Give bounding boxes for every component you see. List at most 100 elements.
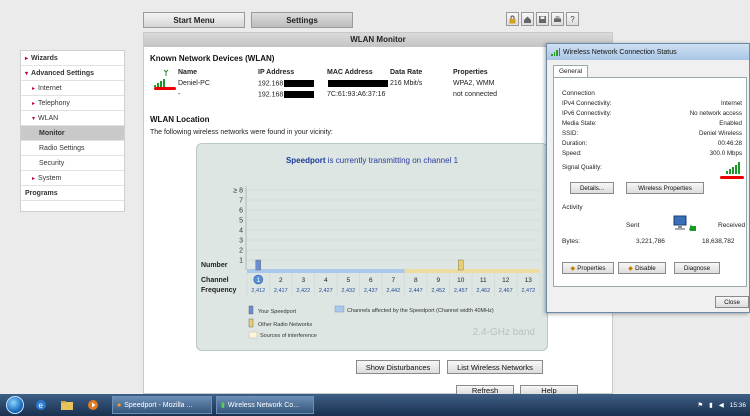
- menu-item-wizards[interactable]: ▸ Wizards: [21, 51, 124, 66]
- info-key: Media State:: [562, 120, 597, 127]
- volume-icon[interactable]: ◀: [719, 401, 724, 409]
- svg-text:e: e: [39, 401, 44, 410]
- activity-group-label: Activity: [562, 204, 583, 211]
- disable-label: Disable: [635, 264, 656, 272]
- header-mac: MAC Address: [327, 69, 373, 76]
- print-icon[interactable]: [551, 12, 564, 26]
- channel-tick-label: 7: [391, 277, 395, 284]
- info-row: Media State: Enabled: [562, 120, 742, 127]
- bytes-received: 18,638,782: [702, 238, 735, 245]
- save-icon[interactable]: [536, 12, 549, 26]
- flag-icon[interactable]: ⚑: [697, 401, 703, 409]
- help-icon[interactable]: ?: [566, 12, 579, 26]
- task-network-status[interactable]: ▮ Wireless Network Co...: [216, 396, 314, 414]
- info-key: Duration:: [562, 140, 588, 147]
- menu-item-system[interactable]: ▸ System: [21, 171, 124, 186]
- diagnose-button[interactable]: Diagnose: [674, 262, 720, 274]
- device-props: not connected: [453, 91, 497, 98]
- media-player-icon[interactable]: [84, 397, 102, 413]
- tab-general[interactable]: General: [553, 65, 589, 77]
- redaction: [328, 79, 388, 87]
- menu-label: System: [38, 174, 62, 182]
- signal-quality-icon: [726, 162, 740, 174]
- channel-tick-label: 11: [480, 277, 487, 284]
- show-disturbances-button[interactable]: Show Disturbances: [356, 360, 440, 374]
- frequency-tick-label: 2,427: [319, 288, 333, 294]
- table-header: Name IP Address MAC Address Data Rate Pr…: [150, 67, 550, 78]
- lock-icon[interactable]: [506, 12, 519, 26]
- device-name: -: [178, 91, 181, 98]
- y-tick-label: 5: [239, 218, 243, 225]
- red-highlight-line: [154, 87, 176, 90]
- arrow-down-icon: ▾: [32, 115, 36, 122]
- disable-button[interactable]: ◆ Disable: [618, 262, 666, 274]
- menu-item-radio-settings[interactable]: Radio Settings: [21, 141, 124, 156]
- frequency-tick-label: 2,447: [409, 288, 423, 294]
- wireless-properties-button[interactable]: Wireless Properties: [626, 182, 704, 194]
- legend-swatch-your-speedport: [248, 305, 254, 315]
- redaction: [284, 79, 315, 87]
- clock[interactable]: 15:36: [730, 402, 746, 409]
- frequency-tick-label: 2,467: [499, 288, 513, 294]
- channel-tick-label: 1: [256, 277, 260, 284]
- ie-icon[interactable]: e: [32, 397, 50, 413]
- wireless-status-dialog: Wireless Network Connection Status Gener…: [546, 43, 750, 313]
- dialog-body: Connection IPv4 Connectivity: Internet IP…: [553, 77, 747, 287]
- info-row: SSID: Deniel Wireless: [562, 130, 742, 137]
- arrow-down-icon: ▾: [25, 70, 29, 77]
- start-menu-tab[interactable]: Start Menu: [143, 12, 245, 28]
- info-row: Duration: 00:46:28: [562, 140, 742, 147]
- signal-label: Signal Quality:: [562, 164, 602, 171]
- network-tray-icon[interactable]: ▮: [709, 401, 713, 409]
- menu-item-security[interactable]: Security: [21, 156, 124, 171]
- frequency-tick-label: 2,457: [454, 288, 468, 294]
- table-row: Deniel-PC 192.168 216 Mbit/s WPA2, WMM: [150, 78, 550, 89]
- frequency-tick-label: 2,437: [364, 288, 378, 294]
- dialog-title: Wireless Network Connection Status: [563, 48, 677, 56]
- arrow-icon: ▸: [32, 175, 36, 182]
- home-icon[interactable]: [521, 12, 534, 26]
- menu-label: Advanced Settings: [31, 69, 95, 77]
- header-rate: Data Rate: [390, 69, 423, 76]
- menu-item-wlan[interactable]: ▾ WLAN: [21, 111, 124, 126]
- details-button[interactable]: Details...: [570, 182, 614, 194]
- received-label: Received: [718, 222, 746, 229]
- info-value: 00:46:28: [717, 140, 742, 147]
- list-wireless-networks-button[interactable]: List Wireless Networks: [447, 360, 543, 374]
- menu-item-internet[interactable]: ▸ Internet: [21, 81, 124, 96]
- device-mac-cell: [327, 79, 390, 87]
- legend-swatch-affected: [334, 305, 345, 313]
- y-tick-label: 6: [239, 208, 243, 215]
- menu-item-advanced-settings[interactable]: ▾ Advanced Settings: [21, 66, 124, 81]
- start-orb-icon[interactable]: [6, 396, 24, 414]
- legend-label: Other Radio Networks: [258, 322, 312, 328]
- shield-icon: ◆: [628, 264, 634, 272]
- header-ip: IP Address: [258, 69, 295, 76]
- system-tray: ⚑ ▮ ◀ 15:36: [697, 394, 746, 416]
- dialog-titlebar: Wireless Network Connection Status: [547, 44, 749, 60]
- menu-item-monitor[interactable]: Monitor: [21, 126, 124, 141]
- frequency-row-label: Frequency: [201, 287, 237, 294]
- properties-button[interactable]: ◆ Properties: [562, 262, 614, 274]
- arrow-icon: ▸: [32, 85, 36, 92]
- info-row: Speed: 300.0 Mbps: [562, 150, 742, 157]
- info-row: IPv6 Connectivity: No network access: [562, 110, 742, 117]
- dialog-tabs: General: [553, 65, 589, 77]
- top-navigation: Start Menu Settings: [143, 12, 353, 28]
- folder-icon[interactable]: [58, 397, 76, 413]
- taskbar: e ● Speedport - Mozilla ... ▮ Wireless Net…: [0, 394, 750, 416]
- firefox-icon: ●: [117, 401, 122, 409]
- menu-item-telephony[interactable]: ▸ Telephony: [21, 96, 124, 111]
- task-firefox[interactable]: ● Speedport - Mozilla ...: [112, 396, 212, 414]
- device-rate: 216 Mbit/s: [390, 80, 423, 87]
- close-button[interactable]: Close: [715, 296, 749, 308]
- menu-item-programs[interactable]: Programs: [21, 186, 124, 201]
- frequency-tick-label: 2,422: [296, 288, 310, 294]
- settings-tab[interactable]: Settings: [251, 12, 353, 28]
- sent-label: Sent: [626, 222, 640, 229]
- channel-tick-label: 10: [457, 277, 465, 284]
- header-name: Name: [178, 69, 198, 76]
- wlan-location-title: WLAN Location: [150, 115, 210, 124]
- info-value: No network access: [689, 110, 742, 117]
- device-ip-cell: 192.168: [258, 79, 327, 87]
